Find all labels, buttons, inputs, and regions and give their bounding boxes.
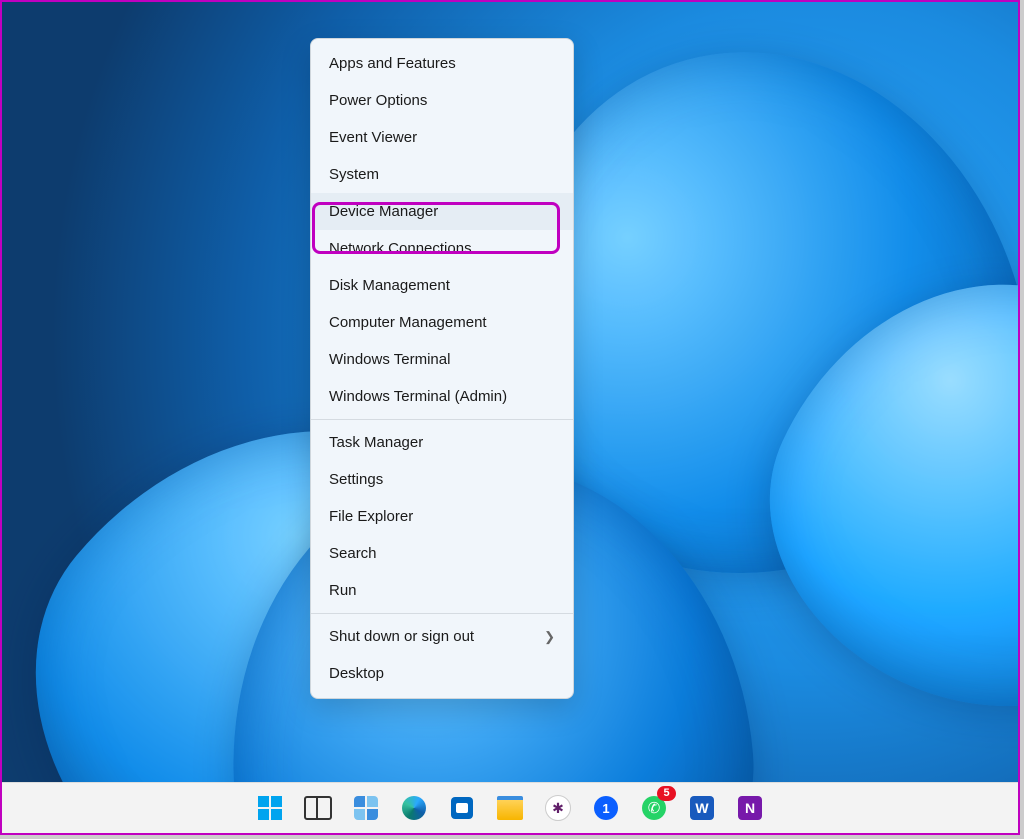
explorer-icon [497, 796, 523, 820]
menu-item-file-explorer[interactable]: File Explorer [311, 498, 573, 535]
menu-item-event-viewer[interactable]: Event Viewer [311, 119, 573, 156]
word-icon: W [690, 796, 714, 820]
taskbar: ✱ 1 ✆5 WN [2, 782, 1018, 833]
menu-item-label: Task Manager [329, 434, 423, 451]
widgets-icon [354, 796, 378, 820]
file-explorer-button[interactable] [492, 790, 528, 826]
onenote-icon: N [738, 796, 762, 820]
menu-item-label: Desktop [329, 665, 384, 682]
menu-item-label: Device Manager [329, 203, 438, 220]
slack-icon: ✱ [545, 795, 571, 821]
screenshot-frame: Apps and Features Power Options Event View… [0, 0, 1020, 835]
word-button[interactable]: W [684, 790, 720, 826]
menu-item-apps-features[interactable]: Apps and Features [311, 45, 573, 82]
slack-button[interactable]: ✱ [540, 790, 576, 826]
menu-item-label: Settings [329, 471, 383, 488]
menu-item-label: Network Connections [329, 240, 472, 257]
menu-item-computer-management[interactable]: Computer Management [311, 304, 573, 341]
menu-item-label: File Explorer [329, 508, 413, 525]
menu-item-label: Windows Terminal [329, 351, 450, 368]
menu-item-windows-terminal[interactable]: Windows Terminal [311, 341, 573, 378]
menu-item-label: Event Viewer [329, 129, 417, 146]
menu-item-label: Power Options [329, 92, 427, 109]
1password-button[interactable]: 1 [588, 790, 624, 826]
menu-item-windows-terminal-admin[interactable]: Windows Terminal (Admin) [311, 378, 573, 415]
menu-item-disk-management[interactable]: Disk Management [311, 267, 573, 304]
winx-context-menu: Apps and Features Power Options Event View… [310, 38, 574, 699]
edge-button[interactable] [396, 790, 432, 826]
menu-item-label: Computer Management [329, 314, 487, 331]
menu-item-label: Windows Terminal (Admin) [329, 388, 507, 405]
start-button[interactable] [252, 790, 288, 826]
menu-item-label: Disk Management [329, 277, 450, 294]
menu-item-shut-down[interactable]: Shut down or sign out ❯ [311, 618, 573, 655]
menu-item-desktop[interactable]: Desktop [311, 655, 573, 692]
chevron-right-icon: ❯ [544, 629, 555, 645]
widgets-button[interactable] [348, 790, 384, 826]
onenote-button[interactable]: N [732, 790, 768, 826]
menu-item-label: Shut down or sign out [329, 628, 474, 645]
notification-badge: 5 [657, 786, 676, 801]
store-icon [451, 797, 473, 819]
menu-item-network-connections[interactable]: Network Connections [311, 230, 573, 267]
menu-item-run[interactable]: Run [311, 572, 573, 609]
menu-item-system[interactable]: System [311, 156, 573, 193]
menu-item-label: System [329, 166, 379, 183]
whatsapp-button[interactable]: ✆5 [636, 790, 672, 826]
menu-item-task-manager[interactable]: Task Manager [311, 424, 573, 461]
onepassword-icon: 1 [594, 796, 618, 820]
menu-item-label: Apps and Features [329, 55, 456, 72]
menu-item-label: Search [329, 545, 377, 562]
menu-item-device-manager[interactable]: Device Manager [311, 193, 573, 230]
menu-item-search[interactable]: Search [311, 535, 573, 572]
edge-icon [402, 796, 426, 820]
menu-item-label: Run [329, 582, 357, 599]
menu-separator [311, 419, 573, 420]
taskview-icon [304, 796, 332, 820]
menu-item-settings[interactable]: Settings [311, 461, 573, 498]
start-icon [258, 796, 282, 820]
task-view-button[interactable] [300, 790, 336, 826]
microsoft-store-button[interactable] [444, 790, 480, 826]
menu-item-power-options[interactable]: Power Options [311, 82, 573, 119]
menu-separator [311, 613, 573, 614]
